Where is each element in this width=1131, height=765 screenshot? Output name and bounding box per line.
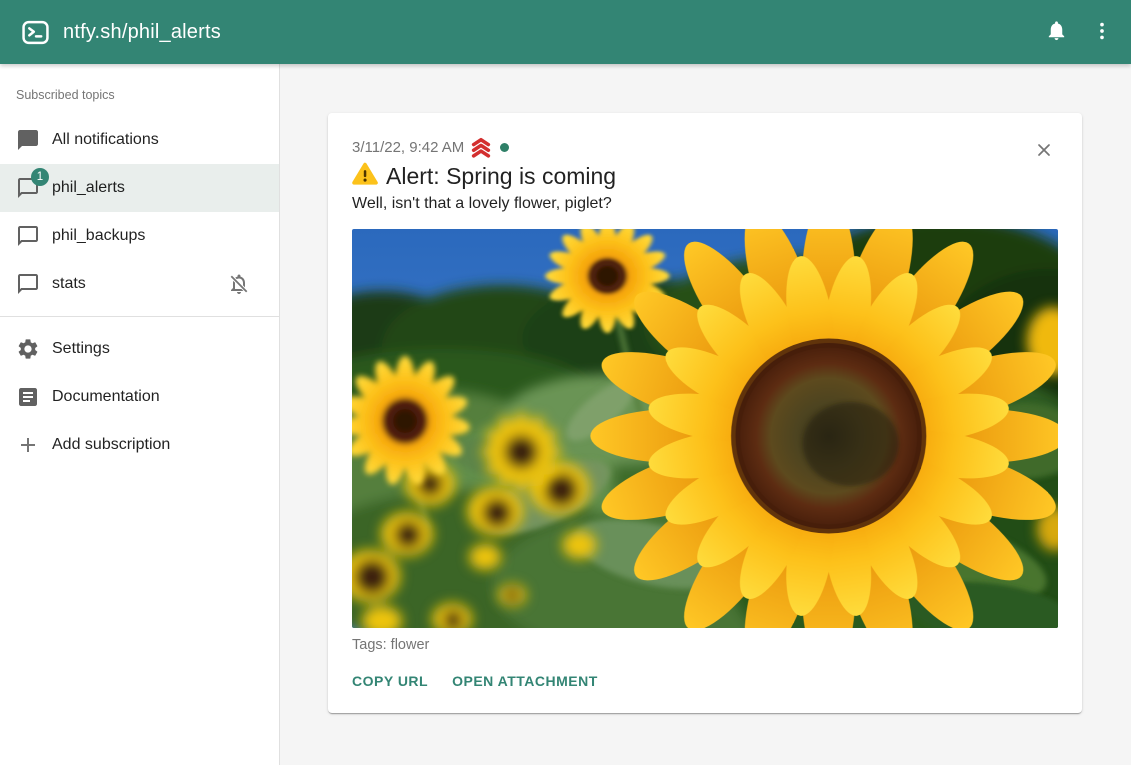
notification-actions: COPY URL OPEN ATTACHMENT [344,665,1058,697]
close-notification-button[interactable] [1028,135,1060,167]
sidebar-item-label: Documentation [52,388,160,406]
sidebar-item-add-subscription[interactable]: Add subscription [0,421,279,469]
warning-triangle-emoji [352,161,378,191]
sidebar: Subscribed topics All notifications 1 ph… [0,64,280,765]
sidebar-section-label: Subscribed topics [0,64,279,116]
article-icon [16,385,40,409]
notification-tags: Tags: flower [352,637,1058,653]
bell-icon [1045,19,1068,45]
notifications-bell-button[interactable] [1033,9,1079,55]
sidebar-item-phil-alerts[interactable]: 1 phil_alerts [0,164,279,212]
sidebar-item-all-notifications[interactable]: All notifications [0,116,279,164]
plus-icon [16,433,40,457]
sidebar-item-label: All notifications [52,131,159,149]
sidebar-item-label: Add subscription [52,436,170,454]
sidebar-item-phil-backups[interactable]: phil_backups [0,212,279,260]
notification-title-row: Alert: Spring is coming [352,161,1058,191]
high-priority-chevrons-icon [470,137,492,158]
gear-icon [16,337,40,361]
kebab-menu-icon [1091,20,1113,45]
chat-outline-icon: 1 [16,176,40,200]
unread-dot [500,143,509,152]
sidebar-item-stats[interactable]: stats [0,260,279,308]
topbar: ntfy.sh/phil_alerts [0,0,1131,64]
sidebar-item-label: stats [52,275,86,293]
sidebar-item-label: phil_backups [52,227,145,245]
close-x-icon [1034,140,1054,163]
chat-outline-icon [16,272,40,296]
notification-timestamp: 3/11/22, 9:42 AM [352,139,464,156]
terminal-logo-icon [22,20,49,45]
copy-url-button[interactable]: COPY URL [344,665,436,697]
notification-card: 3/11/22, 9:42 AM [328,113,1082,713]
notification-meta-row: 3/11/22, 9:42 AM [352,137,1058,157]
notification-title: Alert: Spring is coming [386,163,616,190]
attachment-image[interactable] [352,229,1058,628]
sidebar-item-label: Settings [52,340,110,358]
unread-count-badge: 1 [31,168,49,186]
chat-filled-icon [16,128,40,152]
bell-off-icon [227,272,251,296]
app-title: ntfy.sh/phil_alerts [63,21,1033,44]
open-attachment-button[interactable]: OPEN ATTACHMENT [444,665,606,697]
main-area: 3/11/22, 9:42 AM [280,64,1131,765]
chat-outline-icon [16,224,40,248]
overflow-menu-button[interactable] [1079,9,1125,55]
sidebar-item-label: phil_alerts [52,179,125,197]
sidebar-item-settings[interactable]: Settings [0,325,279,373]
sidebar-item-documentation[interactable]: Documentation [0,373,279,421]
notification-body: Well, isn't that a lovely flower, piglet… [352,195,1058,213]
sidebar-divider [0,316,279,317]
